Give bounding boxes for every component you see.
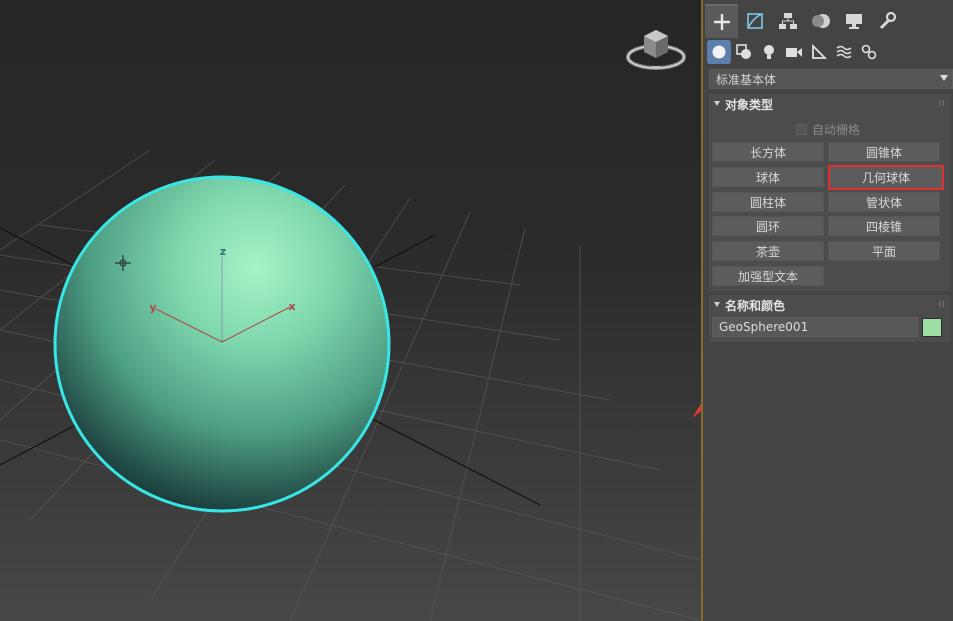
subtab-helpers[interactable]	[807, 40, 831, 64]
autogrid-checkbox-box[interactable]	[796, 124, 807, 135]
tube-button[interactable]: 管状体	[828, 192, 940, 212]
geometry-sphere-icon	[712, 45, 726, 59]
hierarchy-icon	[778, 13, 797, 29]
rollout-object-type-title: 对象类型	[725, 97, 774, 112]
object-name-input[interactable]: GeoSphere001	[712, 317, 918, 337]
systems-gears-icon	[861, 44, 877, 60]
modify-icon	[746, 13, 763, 29]
motion-icon	[811, 14, 830, 28]
utilities-wrench-icon	[879, 11, 896, 30]
command-panel: 标准基本体 对象类型 ⁞⁞ 自动栅格 长方体 圆锥体 球体 几何球体 圆柱体 管…	[703, 0, 953, 621]
gizmo-label-z: z	[220, 245, 226, 258]
rollout-object-type: 对象类型 ⁞⁞ 自动栅格 长方体 圆锥体 球体 几何球体 圆柱体 管状体 圆环 …	[709, 94, 951, 291]
category-dropdown-value: 标准基本体	[716, 72, 777, 87]
tab-hierarchy[interactable]	[771, 4, 804, 38]
subtab-spacewarps[interactable]	[832, 40, 856, 64]
tab-display[interactable]	[837, 4, 870, 38]
shapes-icon	[736, 44, 751, 59]
cylinder-button[interactable]: 圆柱体	[712, 192, 824, 212]
viewport-scene: z x y	[0, 149, 701, 621]
category-dropdown[interactable]: 标准基本体	[709, 69, 953, 89]
rollout-name-and-color: 名称和颜色 ⁞⁞ GeoSphere001	[709, 295, 951, 342]
object-name-value: GeoSphere001	[719, 320, 809, 334]
spacewarps-icon	[836, 45, 852, 59]
collapse-triangle-icon	[714, 101, 720, 106]
collapse-triangle-icon	[714, 302, 720, 307]
perspective-viewport[interactable]: z x y	[0, 0, 701, 621]
rollout-grip-icon: ⁞⁞	[938, 300, 945, 310]
rollout-name-color-header[interactable]: 名称和颜色 ⁞⁞	[709, 295, 951, 315]
tab-utilities[interactable]	[870, 4, 903, 38]
annotation-red-arrow	[692, 403, 701, 418]
subtab-geometry[interactable]	[707, 40, 731, 64]
subtab-shapes[interactable]	[732, 40, 756, 64]
rollout-name-color-title: 名称和颜色	[725, 298, 786, 313]
create-category-buttons	[707, 40, 882, 64]
tab-motion[interactable]	[804, 4, 837, 38]
subtab-lights[interactable]	[757, 40, 781, 64]
rollout-grip-icon: ⁞⁞	[938, 99, 945, 109]
viewcube[interactable]	[624, 26, 688, 79]
chevron-down-icon	[940, 75, 948, 81]
command-panel-tabs	[705, 4, 951, 38]
gizmo-label-y: y	[149, 301, 156, 314]
box-button[interactable]: 长方体	[712, 142, 824, 162]
geosphere-object	[53, 175, 391, 513]
cameras-icon	[786, 48, 802, 57]
lights-bulb-icon	[764, 45, 774, 59]
geosphere-button[interactable]: 几何球体	[828, 165, 944, 190]
textplus-button[interactable]: 加强型文本	[712, 266, 824, 286]
cone-button[interactable]: 圆锥体	[828, 142, 940, 162]
object-color-swatch[interactable]	[922, 318, 942, 337]
autogrid-label: 自动栅格	[812, 123, 861, 137]
tab-create[interactable]	[705, 4, 738, 38]
torus-button[interactable]: 圆环	[712, 216, 824, 236]
sphere-button[interactable]: 球体	[712, 167, 824, 187]
subtab-systems[interactable]	[857, 40, 881, 64]
plane-button[interactable]: 平面	[828, 241, 940, 261]
rollout-object-type-header[interactable]: 对象类型 ⁞⁞	[709, 94, 951, 114]
teapot-button[interactable]: 茶壶	[712, 241, 824, 261]
helpers-ruler-icon	[812, 44, 827, 59]
autogrid-checkbox[interactable]: 自动栅格	[796, 121, 860, 138]
tab-modify[interactable]	[738, 4, 771, 38]
plus-icon	[713, 14, 730, 30]
gizmo-label-x: x	[288, 300, 295, 313]
subtab-cameras[interactable]	[782, 40, 806, 64]
pyramid-button[interactable]: 四棱锥	[828, 216, 940, 236]
display-icon	[845, 14, 862, 29]
